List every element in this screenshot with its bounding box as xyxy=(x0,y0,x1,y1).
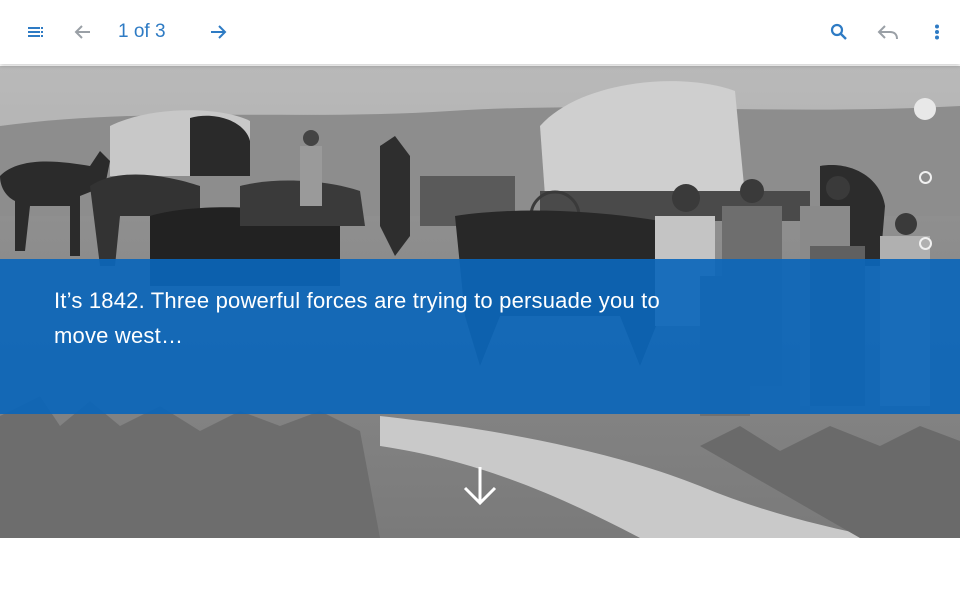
forward-button[interactable] xyxy=(198,12,238,52)
slide-dot-1[interactable] xyxy=(914,98,936,120)
arrow-right-icon xyxy=(211,25,227,39)
hero-section: It’s 1842. Three powerful forces are try… xyxy=(0,66,960,538)
hero-caption: It’s 1842. Three powerful forces are try… xyxy=(54,288,660,348)
more-options-button[interactable] xyxy=(917,12,957,52)
reply-button[interactable] xyxy=(868,12,908,52)
arrow-left-icon xyxy=(74,25,90,39)
scroll-down-button[interactable] xyxy=(460,464,500,508)
caption-banner: It’s 1842. Three powerful forces are try… xyxy=(0,259,960,414)
top-toolbar: 1 of 3 xyxy=(0,0,960,64)
slide-dot-2[interactable] xyxy=(919,171,932,184)
search-icon xyxy=(830,23,847,40)
back-button[interactable] xyxy=(63,12,103,52)
toc-menu-icon[interactable] xyxy=(16,12,56,52)
reply-icon xyxy=(877,25,898,40)
page-counter: 1 of 3 xyxy=(118,21,166,42)
search-button[interactable] xyxy=(819,12,859,52)
slide-dot-3[interactable] xyxy=(919,237,932,250)
more-vertical-icon xyxy=(935,24,939,40)
arrow-down-icon xyxy=(463,467,497,506)
